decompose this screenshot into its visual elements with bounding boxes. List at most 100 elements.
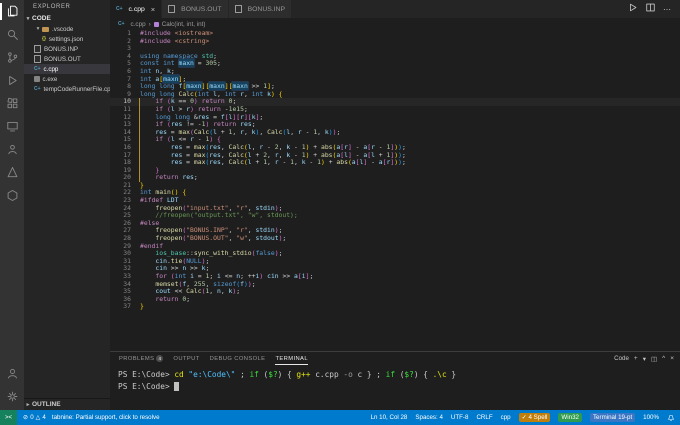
account-icon[interactable] <box>0 362 24 385</box>
status-eol[interactable]: CRLF <box>476 414 492 421</box>
cmake-icon[interactable] <box>0 161 24 184</box>
explorer-icon[interactable] <box>0 0 24 23</box>
code-editor[interactable]: 1 #include <iostream> 2 #include <cstring> 3… <box>110 30 680 351</box>
outline-label: OUTLINE <box>32 401 61 408</box>
code-line-35[interactable]: 35 cout << Calc(1, n, k); <box>110 287 680 296</box>
status-cursor-position[interactable]: Ln 10, Col 28 <box>371 414 408 421</box>
line-number[interactable]: 4 <box>110 52 138 61</box>
maximize-panel-icon[interactable]: ^ <box>662 355 665 362</box>
explorer-item-settings.json[interactable]: {} settings.json <box>24 34 110 44</box>
panel-tab-output[interactable]: OUTPUT <box>173 352 199 365</box>
cpp-file-icon: C+ <box>116 6 123 12</box>
close-icon[interactable]: × <box>151 5 155 14</box>
explorer-section-code[interactable]: ▾ CODE <box>24 13 110 24</box>
line-number[interactable]: 6 <box>110 67 138 76</box>
terminal-shell-selector[interactable]: Code <box>614 355 629 362</box>
close-panel-icon[interactable]: × <box>670 355 674 362</box>
new-terminal-icon[interactable]: + <box>634 355 638 362</box>
code-line-21[interactable]: 21} <box>110 181 680 190</box>
explorer-item-BONUS.OUT[interactable]: BONUS.OUT <box>24 54 110 64</box>
file-icon <box>234 4 242 14</box>
status-encoding[interactable]: UTF-8 <box>451 414 469 421</box>
code-line-20[interactable]: 20 return res; <box>110 173 680 182</box>
code-line-18[interactable]: 18 res = max(res, Calc(l + 1, r - 1, k -… <box>110 158 680 167</box>
explorer-item-c.cpp[interactable]: C+ c.cpp <box>24 64 110 74</box>
file-icon <box>34 54 41 64</box>
remote-indicator[interactable]: >< <box>0 410 18 425</box>
line-number[interactable]: 37 <box>110 303 138 311</box>
status-left: >< ⊘ 0 △ 4 tabnine: Partial support, cli… <box>0 410 160 425</box>
line-number[interactable]: 8 <box>110 83 138 91</box>
explorer-item-label: BONUS.OUT <box>44 55 81 63</box>
breadcrumb-file[interactable]: c.cpp <box>131 21 146 28</box>
status-language-mode[interactable]: cpp <box>501 414 511 421</box>
explorer-sidebar: EXPLORER ▾ CODE ▾ .vscode{} settings.json B… <box>24 0 110 410</box>
remote-explorer-icon[interactable] <box>0 115 24 138</box>
code-line-22[interactable]: 22 int main() { <box>110 189 680 197</box>
code-line-content: } <box>140 302 144 311</box>
error-count: 0 <box>30 414 34 421</box>
line-number[interactable]: 2 <box>110 37 138 46</box>
extensions-icon[interactable] <box>0 92 24 115</box>
explorer-item-c.exe[interactable]: c.exe <box>24 74 110 84</box>
settings-icon[interactable] <box>0 385 24 408</box>
outline-section[interactable]: ▸ OUTLINE <box>24 398 110 410</box>
vscode-window: EXPLORER ▾ CODE ▾ .vscode{} settings.json B… <box>0 0 680 410</box>
live-share-icon[interactable] <box>0 138 24 161</box>
source-control-icon[interactable] <box>0 46 24 69</box>
line-number[interactable]: 1 <box>110 30 138 38</box>
explorer-item-tempCodeRunnerFile.cpp[interactable]: C+ tempCodeRunnerFile.cpp <box>24 84 110 94</box>
error-icon: ⊘ <box>23 414 29 421</box>
chevron-down-icon[interactable]: ▾ <box>643 355 646 363</box>
tabnine-icon[interactable] <box>0 184 24 207</box>
line-number[interactable]: 3 <box>110 45 138 53</box>
split-editor-button[interactable] <box>645 0 656 18</box>
line-number[interactable]: 5 <box>110 60 138 68</box>
tab-BONUS.OUT[interactable]: BONUS.OUT <box>162 0 229 18</box>
more-actions-button[interactable]: ⋯ <box>663 5 672 14</box>
status-cpp-configuration[interactable]: Win32 <box>558 413 582 422</box>
status-indentation[interactable]: Spaces: 4 <box>415 414 443 421</box>
code-line-6[interactable]: 6 int n, k; <box>110 67 680 76</box>
code-line-25[interactable]: 25 //freopen("output.txt", "w", stdout); <box>110 211 680 220</box>
panel-tab-terminal[interactable]: TERMINAL <box>275 352 308 365</box>
editor-actions: ⋯ <box>619 0 680 18</box>
code-line-content: //freopen("output.txt", "w", stdout); <box>155 211 298 220</box>
code-line-36[interactable]: 36 return 0; <box>110 295 680 304</box>
panel-tab-debug-console[interactable]: DEBUG CONSOLE <box>210 352 266 365</box>
breadcrumb-symbol[interactable]: Calc(int, int, int) <box>162 21 206 28</box>
status-spell-checker[interactable]: ✓ 4 Spell <box>518 413 551 422</box>
panel-tab-problems[interactable]: PROBLEMS 4 <box>119 352 164 365</box>
tab-c.cpp[interactable]: C+ c.cpp × <box>110 0 163 18</box>
notifications-bell-icon[interactable] <box>667 414 675 422</box>
search-icon[interactable] <box>0 23 24 46</box>
code-line-5[interactable]: 5 const int maxn = 305; <box>110 59 680 68</box>
warning-icon: △ <box>35 414 41 421</box>
code-line-2[interactable]: 2 #include <cstring> <box>110 37 680 46</box>
breadcrumb[interactable]: C+ c.cpp › Calc(int, int, int) <box>110 18 680 30</box>
code-lines: 1 #include <iostream> 2 #include <cstring> 3… <box>110 30 680 311</box>
editor-group: C+ c.cpp × BONUS.OUT BONUS.INP ⋯ C+ c.cpp › … <box>110 0 680 410</box>
status-terminal-font[interactable]: Terminal 19-pt <box>589 413 636 422</box>
tabnine-status[interactable]: tabnine: Partial support, click to resol… <box>52 414 160 421</box>
terminal[interactable]: PS E:\Code> cd "e:\Code\" ; if ($?) { g+… <box>110 365 680 410</box>
explorer-section-label: CODE <box>32 15 51 22</box>
run-debug-icon[interactable] <box>0 69 24 92</box>
remote-icon: >< <box>5 414 13 421</box>
tab-bar: C+ c.cpp × BONUS.OUT BONUS.INP ⋯ <box>110 0 680 18</box>
problems-status[interactable]: ⊘ 0 △ 4 <box>23 414 46 421</box>
bottom-panel: PROBLEMS 4 OUTPUT DEBUG CONSOLE TERMINAL Cod… <box>110 351 680 410</box>
status-zoom-level[interactable]: 100% <box>643 414 659 421</box>
code-line-28[interactable]: 28 freopen("BONUS.OUT", "w", stdout); <box>110 234 680 243</box>
status-bar: >< ⊘ 0 △ 4 tabnine: Partial support, cli… <box>0 410 680 425</box>
run-code-button[interactable] <box>627 0 638 18</box>
line-number[interactable]: 7 <box>110 75 138 84</box>
warning-count: 4 <box>42 414 46 421</box>
split-terminal-icon[interactable]: ◫ <box>651 355 657 363</box>
explorer-item-.vscode[interactable]: ▾ .vscode <box>24 24 110 34</box>
explorer-item-label: c.exe <box>42 75 58 83</box>
json-file-icon: {} <box>42 36 46 42</box>
code-line-37[interactable]: 37} <box>110 303 680 311</box>
explorer-item-BONUS.INP[interactable]: BONUS.INP <box>24 44 110 54</box>
tab-BONUS.INP[interactable]: BONUS.INP <box>228 0 292 18</box>
